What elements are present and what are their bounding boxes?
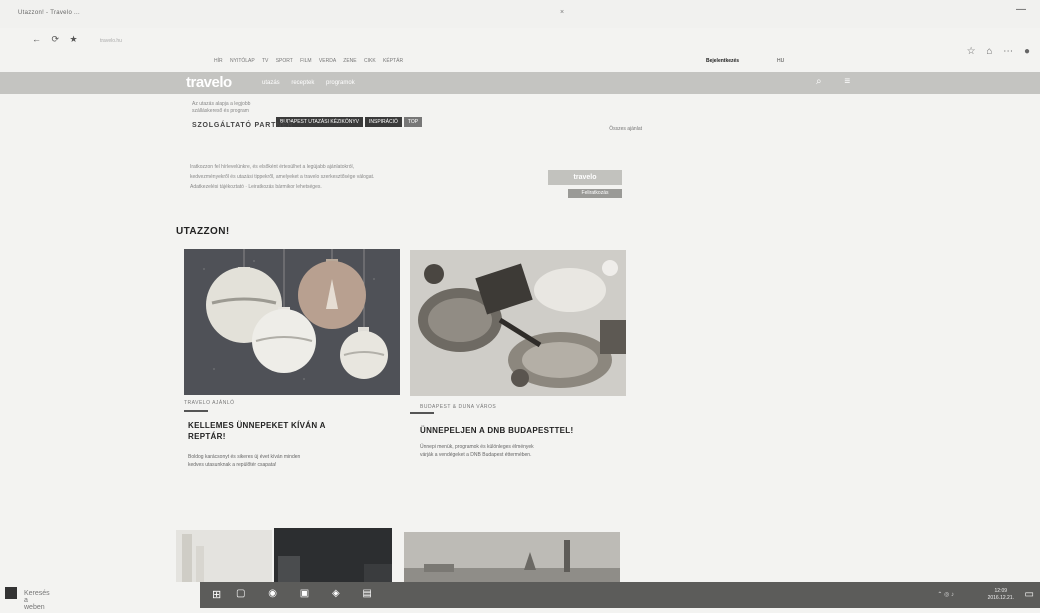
card-title[interactable]: ÜNNEPELJEN A DNB BUDAPESTTEL! [420,425,573,436]
intro-text-2: szálláskereső és program [192,108,249,114]
clock-time: 12:09 [994,588,1008,594]
clock-date: 2016.12.21. [987,595,1014,601]
site-logo[interactable]: travelo [186,74,232,91]
windows-icon[interactable] [5,587,17,599]
bottom-card-image-2[interactable] [274,528,392,582]
card-description-2: várják a vendégeket a DNB Budapest étter… [420,452,532,458]
language-flag[interactable]: HU [777,58,784,64]
search-icon[interactable]: ⌕ ≡ [816,76,860,87]
card-image-food[interactable] [410,250,626,396]
card-description-2: kedves utasunknak a repülőtér csapata! [188,462,277,468]
close-icon[interactable]: × [560,9,564,16]
card-title[interactable]: KELLEMES ÜNNEPEKET KÍVÁN A [188,420,326,431]
card-category-underline [410,412,434,414]
nav-buttons-icon[interactable]: ← ⟳ ★ [32,34,82,45]
system-tray-icon[interactable]: ⌃ ◎ ♪ [937,591,954,598]
card-category[interactable]: BUDAPEST & DUNA VÁROS [420,404,496,410]
ornaments-illustration [184,249,400,395]
food-photo [410,250,626,396]
newsletter-logo-button[interactable]: travelo [548,170,622,185]
card-description: Ünnepi menük, programok és különleges él… [420,444,534,450]
card-category-underline [184,410,208,412]
skyline-photo [404,532,620,582]
portal-nav-links[interactable]: HÍR NYITÓLAP TV SPORT FILM VERDA ZENE CI… [214,58,403,64]
city-photo [176,530,272,582]
card-title-line2[interactable]: REPTÁR! [188,431,226,442]
browser-navbar: ← ⟳ ★ travelo.hu ☆ ⌂ ⋯ ● [0,28,1040,57]
all-offers-link[interactable]: Összes ajánlat [609,126,642,132]
login-link[interactable]: Bejelentkezés [706,58,739,64]
browser-tabbar: Utazzon! - Travelo ... × — [0,0,1040,28]
minimize-icon[interactable]: — [1016,4,1026,15]
section-heading: SZOLGÁLTATÓ PARTNER [192,122,294,129]
bottom-card-image-1[interactable] [176,530,272,582]
card-category[interactable]: TRAVELO AJÁNLÓ [184,400,235,406]
browser-tab[interactable]: Utazzon! - Travelo ... [18,10,80,16]
section-title: UTAZZON! [176,226,230,237]
taskbar-clock[interactable]: 12:09 2016.12.21. [988,588,1014,602]
notification-icon[interactable]: ▭ [1025,589,1034,600]
taskbar-apps-icon[interactable]: ▢ ◉ ▣ ◈ ▤ [236,588,382,599]
bottom-card-image-3[interactable] [404,532,620,582]
dark-photo [274,528,392,582]
card-description: Boldog karácsonyt és sikeres új évet kív… [188,454,301,460]
tag-top[interactable]: TOP [403,117,423,127]
intro-text: Az utazás alapja a legjobb [192,101,251,107]
address-bar[interactable]: travelo.hu [100,38,122,44]
start-icon[interactable]: ⊞ [212,588,221,601]
os-search-box[interactable]: Keresés a weben [24,590,50,611]
subscribe-button[interactable]: Feliratkozás [568,189,622,198]
taskbar: ⊞ ▢ ◉ ▣ ◈ ▤ ⌃ ◎ ♪ 12:09 2016.12.21. ▭ [200,582,1040,608]
site-header: travelo utazás receptek programok ⌕ ≡ [0,72,1040,94]
site-menu[interactable]: utazás receptek programok [262,80,355,86]
browser-toolbar-icons[interactable]: ☆ ⌂ ⋯ ● [967,46,1034,57]
tag-inspiration[interactable]: INSPIRÁCIÓ [365,117,402,127]
tag-list: BUDAPEST UTAZÁSI KÉZIKÖNYV INSPIRÁCIÓ TOP [276,110,424,128]
card-image-ornaments[interactable] [184,249,400,395]
